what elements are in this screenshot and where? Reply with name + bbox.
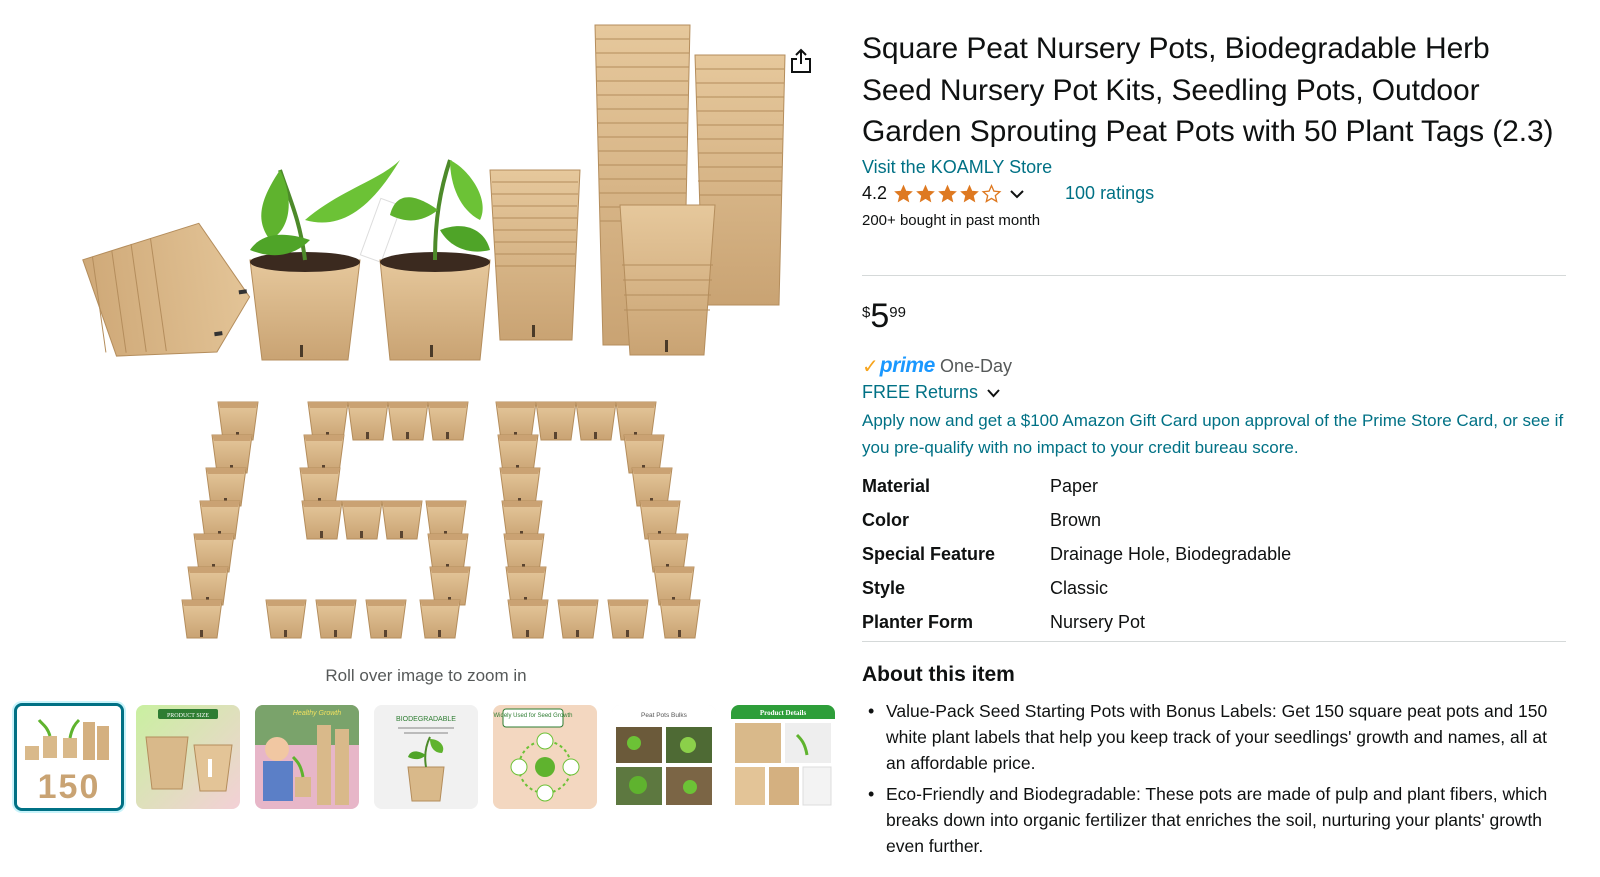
svg-text:Healthy Growth: Healthy Growth <box>293 710 341 717</box>
star-icon <box>938 184 957 202</box>
prime-speed: One-Day <box>939 355 1012 376</box>
spec-key: Material <box>862 475 931 496</box>
price-whole: 5 <box>870 297 890 335</box>
about-bullets: Value-Pack Seed Starting Pots with Bonus… <box>862 698 1562 864</box>
star-rating[interactable] <box>893 183 1003 204</box>
prime-logo: prime <box>879 354 936 377</box>
about-title: About this item <box>862 663 1015 686</box>
svg-text:Widely Used for Seed Growth: Widely Used for Seed Growth <box>493 713 572 719</box>
thumb-peat-pots-bulks[interactable]: Peat Pots Bulks <box>612 705 716 809</box>
price: $ 5 99 <box>862 296 906 336</box>
thumb-seed-growth[interactable]: Widely Used for Seed Growth <box>493 705 597 809</box>
main-product-image[interactable] <box>40 10 800 660</box>
star-icon <box>916 184 935 202</box>
prime-badge: ✓ prime One-Day <box>862 353 1012 379</box>
thumb-product-size[interactable]: PRODUCT SIZE <box>136 705 240 809</box>
chevron-down-icon <box>987 388 1000 397</box>
spec-key: Planter Form <box>862 611 974 632</box>
bought-badge: 200+ bought in past month <box>862 211 1041 229</box>
chevron-down-icon[interactable] <box>1009 188 1025 200</box>
free-returns-label: FREE Returns <box>862 382 979 402</box>
spec-table: Material Paper Color Brown Special Featu… <box>862 469 1566 639</box>
spec-value: Paper <box>1050 475 1099 496</box>
ratings-count-link[interactable]: 100 ratings <box>1065 183 1154 204</box>
share-button[interactable] <box>784 44 818 78</box>
thumb-healthy-growth[interactable]: Healthy Growth <box>255 705 359 809</box>
star-outline-icon <box>981 183 1002 203</box>
spec-row-style: Style Classic <box>862 571 1566 605</box>
spec-key: Style <box>862 577 906 598</box>
spec-value: Classic <box>1050 577 1109 598</box>
spec-key: Color <box>862 509 909 530</box>
spec-row-material: Material Paper <box>862 469 1566 503</box>
star-icon <box>960 184 979 202</box>
star-icon <box>894 184 913 202</box>
store-link[interactable]: Visit the KOAMLY Store <box>862 157 1566 178</box>
rating-value: 4.2 <box>862 183 888 203</box>
spec-key: Special Feature <box>862 543 996 564</box>
image-gallery: Roll over image to zoom in 150 PRODUCT S <box>0 0 850 877</box>
share-icon <box>791 48 811 73</box>
svg-text:BIODEGRADABLE: BIODEGRADABLE <box>396 716 456 723</box>
spec-row-color: Color Brown <box>862 503 1566 537</box>
rating-row: 4.2 100 ratings <box>862 181 1566 207</box>
svg-text:PRODUCT SIZE: PRODUCT SIZE <box>167 713 209 719</box>
spec-row-planter-form: Planter Form Nursery Pot <box>862 605 1566 639</box>
store-card-promo-link[interactable]: Apply now and get a $100 Amazon Gift Car… <box>862 407 1566 461</box>
zoom-hint: Roll over image to zoom in <box>325 666 527 685</box>
spec-value: Nursery Pot <box>1050 611 1146 632</box>
divider <box>862 275 1566 276</box>
about-bullet: Value-Pack Seed Starting Pots with Bonus… <box>862 698 1562 776</box>
prime-check-icon: ✓ <box>862 355 879 378</box>
product-details: Square Peat Nursery Pots, Biodegradable … <box>862 28 1566 229</box>
spec-value: Brown <box>1050 509 1102 530</box>
price-fraction: 99 <box>889 304 906 321</box>
svg-text:Product Details: Product Details <box>760 709 807 717</box>
free-returns-link[interactable]: FREE Returns <box>862 382 1001 403</box>
divider <box>862 641 1566 642</box>
product-title: Square Peat Nursery Pots, Biodegradable … <box>862 32 1554 148</box>
about-bullet: Eco-Friendly and Biodegradable: These po… <box>862 781 1562 859</box>
spec-row-special-feature: Special Feature Drainage Hole, Biodegrad… <box>862 537 1566 571</box>
thumb-product-details[interactable]: Product Details <box>731 705 835 809</box>
svg-text:Peat Pots Bulks: Peat Pots Bulks <box>641 712 688 719</box>
spec-value: Drainage Hole, Biodegradable <box>1050 543 1292 564</box>
price-symbol: $ <box>862 304 871 321</box>
thumb-biodegradable[interactable]: BIODEGRADABLE <box>374 705 478 809</box>
thumb-150-text: 150 <box>38 768 101 806</box>
thumb-150-pots[interactable]: 150 <box>14 703 124 811</box>
